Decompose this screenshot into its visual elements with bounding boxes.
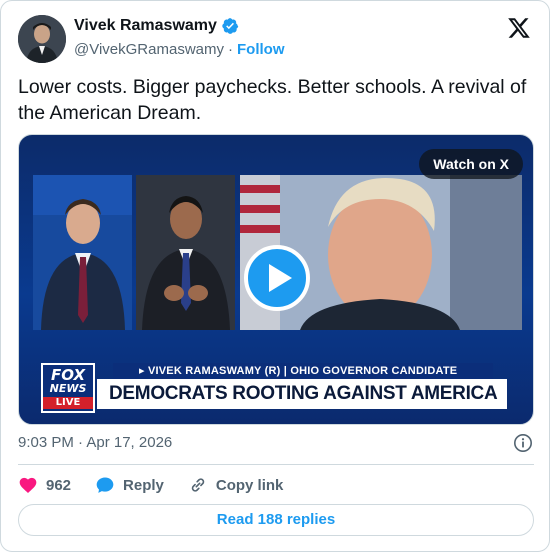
video-panel-host — [33, 175, 132, 330]
fox-logo-text: FOX — [50, 366, 86, 384]
chyron-top-bar: ▸ VIVEK RAMASWAMY (R) | OHIO GOVERNOR CA… — [113, 363, 493, 379]
action-bar: 962 Reply Copy link — [18, 474, 307, 496]
like-count: 962 — [46, 476, 72, 494]
live-badge: LIVE — [43, 397, 93, 409]
info-icon[interactable] — [513, 433, 533, 453]
tweet-card: Vivek Ramaswamy @VivekGRamaswamy · Follo… — [0, 0, 550, 552]
watch-on-x-button[interactable]: Watch on X — [419, 149, 523, 179]
copy-link-label: Copy link — [215, 476, 284, 494]
x-logo-icon[interactable] — [507, 16, 531, 40]
like-button[interactable]: 962 — [18, 475, 71, 495]
video-panel-guest — [136, 175, 235, 330]
author-handle-row: @VivekGRamaswamy · Follow — [74, 41, 285, 58]
chyron-headline: DEMOCRATS ROOTING AGAINST AMERICA — [97, 379, 507, 409]
video-media[interactable]: Watch on X ▸ VIVEK RAMASWAMY (R) | OHIO … — [18, 134, 534, 425]
reply-button[interactable]: Reply — [95, 475, 164, 495]
tweet-text: Lower costs. Bigger paychecks. Better sc… — [18, 76, 527, 124]
reply-label: Reply — [123, 476, 164, 494]
link-icon — [191, 478, 205, 492]
separator-dot: · — [228, 41, 233, 58]
play-icon — [269, 264, 292, 292]
read-replies-button[interactable]: Read 188 replies — [18, 504, 534, 536]
author-display-name[interactable]: Vivek Ramaswamy — [74, 17, 217, 35]
play-button[interactable] — [244, 245, 310, 311]
author-name-row: Vivek Ramaswamy — [74, 17, 239, 35]
verified-badge-icon — [221, 17, 239, 35]
copy-link-button[interactable]: Copy link — [188, 475, 284, 495]
author-handle[interactable]: @VivekGRamaswamy — [74, 41, 224, 58]
divider — [18, 464, 534, 465]
news-logo-text: NEWS — [49, 382, 87, 395]
avatar[interactable] — [18, 15, 66, 63]
heart-icon — [19, 477, 37, 493]
follow-button[interactable]: Follow — [237, 41, 285, 58]
reply-bubble-icon — [96, 477, 114, 493]
fox-news-logo: FOX NEWS LIVE — [41, 363, 95, 413]
timestamp-link[interactable]: 9:03 PM · Apr 17, 2026 — [18, 434, 172, 451]
